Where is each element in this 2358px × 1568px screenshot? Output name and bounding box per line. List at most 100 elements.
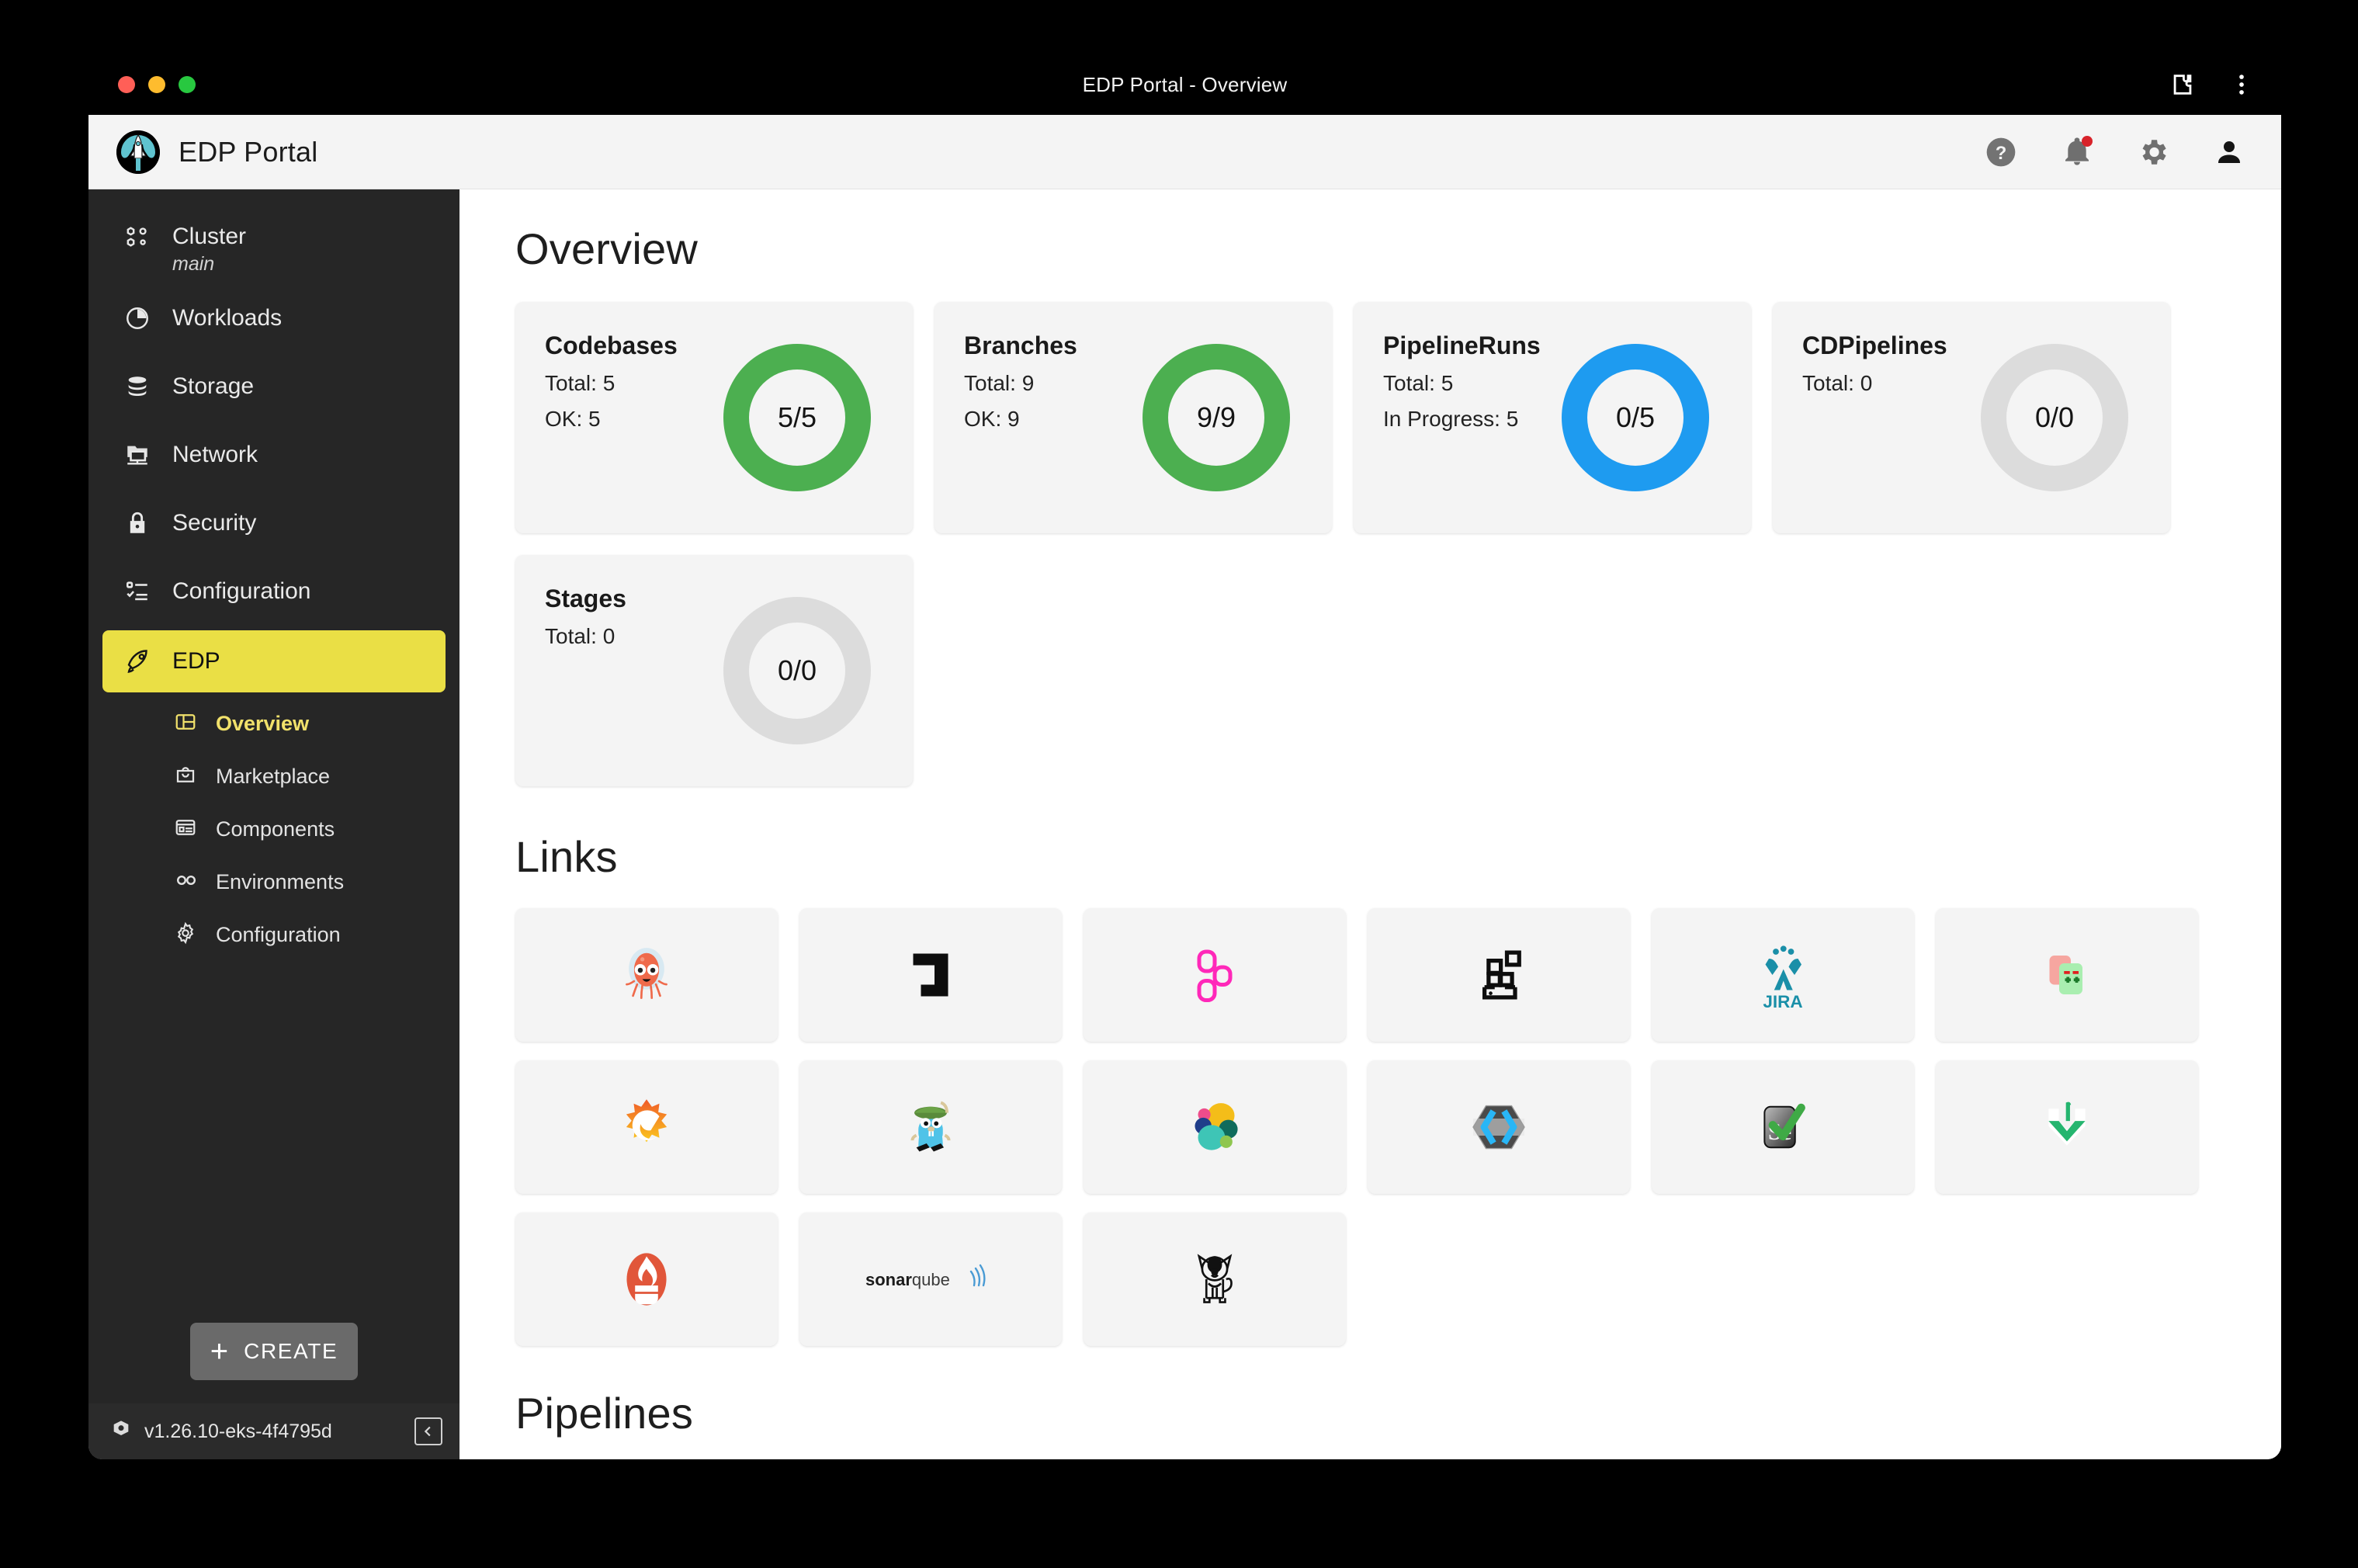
sidebar-item-configuration[interactable]: Configuration xyxy=(88,557,459,626)
storage-icon xyxy=(124,373,155,400)
metric-card-stages[interactable]: Stages Total: 0 0/0 xyxy=(515,555,913,786)
brand-title: EDP Portal xyxy=(179,135,318,168)
sidebar-item-cluster-label: Cluster xyxy=(172,224,247,249)
sidebar-cluster-name: main xyxy=(172,253,215,275)
reportportal-icon xyxy=(2034,1094,2100,1160)
appbar-actions: ? xyxy=(1983,134,2247,170)
components-card-icon xyxy=(174,816,200,843)
sidebar-item-environments[interactable]: Environments xyxy=(88,855,459,908)
codereview-link[interactable] xyxy=(1936,908,2198,1042)
window-traffic-lights xyxy=(118,76,196,93)
maximize-window-button[interactable] xyxy=(179,76,196,93)
gerrit-icon xyxy=(1184,944,1246,1006)
sidebar-item-storage-label: Storage xyxy=(172,373,255,399)
sidebar-item-security[interactable]: Security xyxy=(88,489,459,557)
sidebar-item-cluster[interactable]: Cluster main xyxy=(88,210,459,284)
plus-icon: + xyxy=(210,1334,229,1369)
sidebar-footer: + CREATE v1.26.10-eks-4f4795d xyxy=(88,1323,459,1459)
links-grid: JIRA Se sonarqube xyxy=(515,908,2235,1346)
pipelines-title: Pipelines xyxy=(515,1389,694,1438)
titlebar-actions xyxy=(2169,54,2255,115)
browser-window: EDP Portal - Overview EDP Portal ? Clust… xyxy=(88,54,2281,1459)
rocket-logo-icon xyxy=(116,130,160,174)
sidebar-item-network[interactable]: Network xyxy=(88,421,459,489)
hexagon-brackets-icon xyxy=(1465,1093,1533,1161)
sidebar-item-components[interactable]: Components xyxy=(88,803,459,855)
jira-link[interactable]: JIRA xyxy=(1652,908,1914,1042)
sidebar-item-edp[interactable]: EDP xyxy=(102,630,446,692)
sidebar-item-components-label: Components xyxy=(216,817,335,841)
configuration-gear-icon xyxy=(174,921,200,949)
minimize-window-button[interactable] xyxy=(148,76,165,93)
environments-infinity-icon xyxy=(174,868,200,897)
rocket-icon xyxy=(124,647,155,675)
page-title: Overview xyxy=(515,224,698,273)
diff-cards-icon xyxy=(2036,944,2098,1006)
app-root: EDP Portal ? Cluster main Workloads Stor… xyxy=(88,115,2281,1459)
app-body: Cluster main Workloads Storage Network S… xyxy=(88,189,2281,1459)
grafana-link[interactable] xyxy=(515,1060,778,1194)
sidebar-item-network-label: Network xyxy=(172,442,258,467)
main-content: Overview Codebases Total: 5 OK: 5 5/5 Br… xyxy=(459,189,2281,1459)
dependencytrack-link[interactable] xyxy=(1368,1060,1630,1194)
kibana-link[interactable] xyxy=(1084,1060,1346,1194)
jira-caption: JIRA xyxy=(1763,992,1802,1011)
svg-text:?: ? xyxy=(1996,143,2007,164)
metric-card-cdpipelines[interactable]: CDPipelines Total: 0 0/0 xyxy=(1773,302,2170,533)
security-lock-icon xyxy=(124,510,155,536)
defectdojo-link[interactable] xyxy=(799,908,1062,1042)
metrics-grid: Codebases Total: 5 OK: 5 5/5 Branches To… xyxy=(515,302,2235,786)
nexus-link[interactable] xyxy=(799,1060,1062,1194)
sidebar-item-edp-label: EDP xyxy=(172,648,220,674)
sonarqube-link[interactable]: sonarqube xyxy=(799,1212,1062,1346)
marketplace-bag-icon xyxy=(174,763,200,790)
donut-chart: 9/9 xyxy=(1143,344,1290,491)
argocd-link[interactable] xyxy=(515,908,778,1042)
donut-center-label: 0/5 xyxy=(1615,401,1656,433)
donut-chart: 0/5 xyxy=(1562,344,1709,491)
sonarqube-caption: sonarqube xyxy=(865,1270,950,1289)
jira-icon: JIRA xyxy=(1746,938,1820,1012)
metric-card-branches[interactable]: Branches Total: 9 OK: 9 9/9 xyxy=(935,302,1332,533)
sidebar-item-edp-configuration-label: Configuration xyxy=(216,922,341,946)
sidebar-item-storage[interactable]: Storage xyxy=(88,352,459,421)
sidebar-item-marketplace-label: Marketplace xyxy=(216,764,331,788)
close-window-button[interactable] xyxy=(118,76,135,93)
create-button[interactable]: + CREATE xyxy=(190,1323,358,1380)
reportportal-link[interactable] xyxy=(1936,1060,2198,1194)
sidebar-item-security-label: Security xyxy=(172,510,257,536)
kubernetes-icon xyxy=(110,1419,132,1445)
donut-chart: 0/0 xyxy=(1981,344,2128,491)
network-icon xyxy=(124,442,155,468)
user-avatar-icon[interactable] xyxy=(2211,134,2247,170)
app-header: EDP Portal ? xyxy=(88,115,2281,189)
go-gopher-icon xyxy=(898,1094,963,1160)
sidebar-item-edp-configuration[interactable]: Configuration xyxy=(88,908,459,961)
window-titlebar: EDP Portal - Overview xyxy=(88,54,2281,115)
kaniko-link[interactable] xyxy=(1084,1212,1346,1346)
sonarqube-icon: sonarqube xyxy=(861,1259,1000,1299)
cluster-icon xyxy=(124,224,155,250)
help-icon[interactable]: ? xyxy=(1983,134,2019,170)
gerrit-link[interactable] xyxy=(1084,908,1346,1042)
sidebar-nav: Cluster main Workloads Storage Network S… xyxy=(88,189,459,1323)
sidebar-item-workloads[interactable]: Workloads xyxy=(88,284,459,352)
collapse-left-icon[interactable] xyxy=(414,1417,442,1445)
jenkins-link[interactable] xyxy=(1368,908,1630,1042)
metric-card-pipelineruns[interactable]: PipelineRuns Total: 5 In Progress: 5 0/5 xyxy=(1354,302,1751,533)
extensions-icon[interactable] xyxy=(2169,71,2196,98)
selenium-icon: Se xyxy=(1750,1094,1815,1160)
metric-card-codebases[interactable]: Codebases Total: 5 OK: 5 5/5 xyxy=(515,302,913,533)
sidebar-item-marketplace[interactable]: Marketplace xyxy=(88,750,459,803)
window-title: EDP Portal - Overview xyxy=(1082,72,1288,96)
sidebar-item-workloads-label: Workloads xyxy=(172,305,283,331)
more-menu-icon[interactable] xyxy=(2228,71,2255,98)
kaniko-cat-icon xyxy=(1181,1246,1248,1313)
donut-chart: 0/0 xyxy=(723,597,871,744)
settings-gear-icon[interactable] xyxy=(2135,134,2171,170)
selenium-link[interactable]: Se xyxy=(1652,1060,1914,1194)
notifications-bell-icon[interactable] xyxy=(2059,134,2095,170)
bracket-square-icon xyxy=(900,944,962,1006)
prometheus-link[interactable] xyxy=(515,1212,778,1346)
sidebar-item-overview[interactable]: Overview xyxy=(88,697,459,750)
